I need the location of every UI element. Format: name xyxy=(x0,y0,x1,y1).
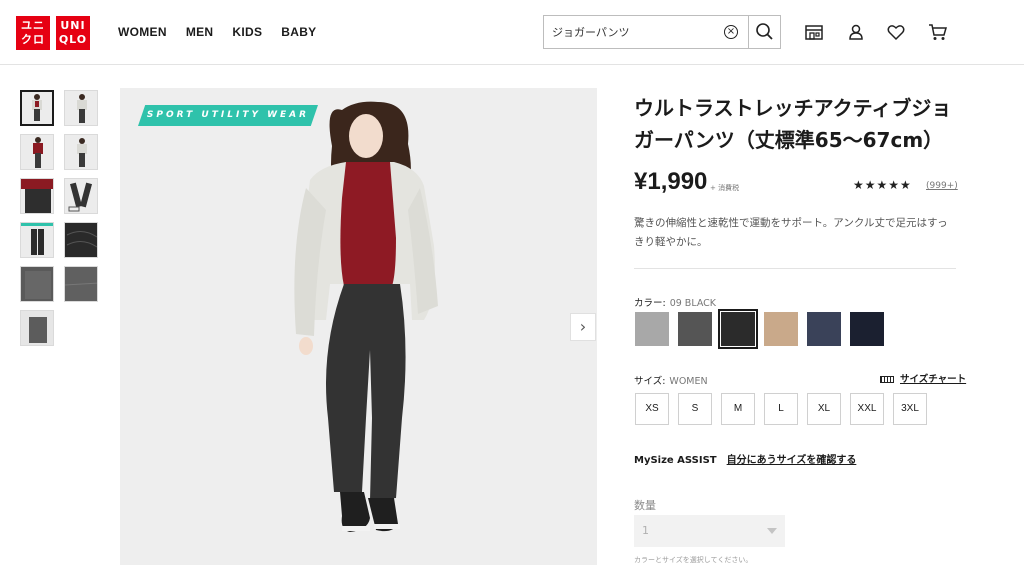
nav-kids[interactable]: KIDS xyxy=(232,25,262,39)
color-swatch-navy[interactable] xyxy=(850,312,884,346)
size-button-xl[interactable]: XL xyxy=(807,393,841,425)
thumbnail-6[interactable] xyxy=(64,178,98,214)
model-red-thumbnail-image xyxy=(33,137,43,168)
fabric-thumbnail-image xyxy=(65,223,97,257)
thumbnail-8[interactable] xyxy=(64,222,98,258)
quantity-label: 数量 xyxy=(634,499,656,512)
search-box: × xyxy=(543,15,781,49)
quantity-value: 1 xyxy=(642,524,649,537)
thumbnail-1[interactable] xyxy=(20,90,54,126)
tax-note: + 消費税 xyxy=(710,184,740,192)
thumbnail-2[interactable] xyxy=(64,90,98,126)
logo-katakana-line2: クロ xyxy=(21,33,45,46)
logo-latin-line1: UNI xyxy=(60,19,86,32)
pants-flat-thumbnail-image xyxy=(21,223,53,255)
sport-utility-wear-badge: SPORT UTILITY WEAR xyxy=(138,105,318,126)
size-chart-link[interactable]: サイズチャート xyxy=(880,371,966,385)
product-main-image xyxy=(120,88,597,565)
nav-men[interactable]: MEN xyxy=(186,25,214,39)
thumbnail-10[interactable] xyxy=(64,266,98,302)
thumbnail-4[interactable] xyxy=(64,134,98,170)
uniqlo-logo[interactable]: ユニ クロ UNI QLO xyxy=(16,16,90,50)
selected-color: 09 BLACK xyxy=(669,298,717,309)
size-button-xxl[interactable]: XXL xyxy=(850,393,884,425)
store-icon[interactable] xyxy=(804,22,824,42)
size-button-m[interactable]: M xyxy=(721,393,755,425)
thumbnail-3[interactable] xyxy=(20,134,54,170)
model-photo xyxy=(294,101,438,532)
color-swatch-dark-gray[interactable] xyxy=(678,312,712,346)
chevron-right-icon: › xyxy=(579,317,587,336)
product-price: ¥1,990 xyxy=(634,168,708,195)
texture-detail-thumbnail-image xyxy=(65,267,97,301)
next-image-button[interactable]: › xyxy=(570,313,596,341)
logo-katakana-line1: ユニ xyxy=(21,19,45,32)
logo-latin-line2: QLO xyxy=(58,33,88,46)
color-label: カラー: xyxy=(634,298,666,309)
quantity-note: カラーとサイズを選択してください。 xyxy=(634,556,753,564)
color-swatch-light-gray[interactable] xyxy=(635,312,669,346)
review-count-link[interactable]: (999+) xyxy=(926,181,958,191)
thumbnail-9[interactable] xyxy=(20,266,54,302)
search-button[interactable] xyxy=(749,16,780,48)
mysize-link[interactable]: 自分にあうサイズを確認する xyxy=(727,455,857,466)
size-label-row: サイズ: WOMEN xyxy=(634,373,708,387)
size-button-s[interactable]: S xyxy=(678,393,712,425)
color-swatch-navy-heather[interactable] xyxy=(807,312,841,346)
account-icon[interactable] xyxy=(846,22,866,42)
clear-search-icon[interactable]: × xyxy=(724,25,738,39)
size-button-xs[interactable]: XS xyxy=(635,393,669,425)
product-title: ウルトラストレッチアクティブジョガーパンツ（丈標準65〜67cm） xyxy=(634,96,952,152)
size-button-3xl[interactable]: 3XL xyxy=(893,393,927,425)
search-icon xyxy=(756,23,773,40)
size-button-l[interactable]: L xyxy=(764,393,798,425)
logo-latin-block: UNI QLO xyxy=(56,16,90,50)
model-side-thumbnail-image xyxy=(77,138,87,167)
thumbnail-5[interactable] xyxy=(20,178,54,214)
main-nav: WOMEN MEN KIDS BABY xyxy=(118,25,316,39)
pants-closeup-thumbnail-image xyxy=(21,179,53,213)
model-back-thumbnail-image xyxy=(77,94,87,123)
ruler-icon xyxy=(880,376,894,383)
texture-thumbnail-image xyxy=(21,267,53,301)
chevron-down-icon xyxy=(767,528,777,534)
heart-icon[interactable] xyxy=(886,22,906,42)
product-description: 驚きの伸縮性と速乾性で運動をサポート。アンクル丈で足元はすっきり軽やかに。 xyxy=(634,217,948,248)
color-swatch-black[interactable] xyxy=(718,309,758,349)
size-chart-label: サイズチャート xyxy=(900,374,967,385)
color-label-row: カラー: 09 BLACK xyxy=(634,295,716,309)
quantity-select[interactable]: 1 xyxy=(634,515,785,547)
color-swatch-beige[interactable] xyxy=(764,312,798,346)
nav-baby[interactable]: BABY xyxy=(281,25,316,39)
search-input[interactable] xyxy=(544,16,736,48)
size-label: サイズ: xyxy=(634,376,666,387)
selected-size-category: WOMEN xyxy=(669,376,708,387)
stretch-thumbnail-image xyxy=(21,311,53,345)
model-thumbnail-image xyxy=(32,94,42,121)
thumbnail-11[interactable] xyxy=(20,310,54,346)
thumbnail-7[interactable] xyxy=(20,222,54,258)
mysize-label: MySize ASSIST xyxy=(634,455,717,466)
divider xyxy=(634,268,956,269)
nav-women[interactable]: WOMEN xyxy=(118,25,167,39)
rating-stars-icon: ★★★★★ xyxy=(853,178,912,192)
site-header: ユニ クロ UNI QLO WOMEN MEN KIDS BABY × xyxy=(0,0,1024,65)
logo-katakana-block: ユニ クロ xyxy=(16,16,50,50)
legs-thumbnail-image xyxy=(68,182,93,212)
cart-icon[interactable] xyxy=(927,22,949,42)
mysize-assist: MySize ASSIST 自分にあうサイズを確認する xyxy=(634,451,856,466)
